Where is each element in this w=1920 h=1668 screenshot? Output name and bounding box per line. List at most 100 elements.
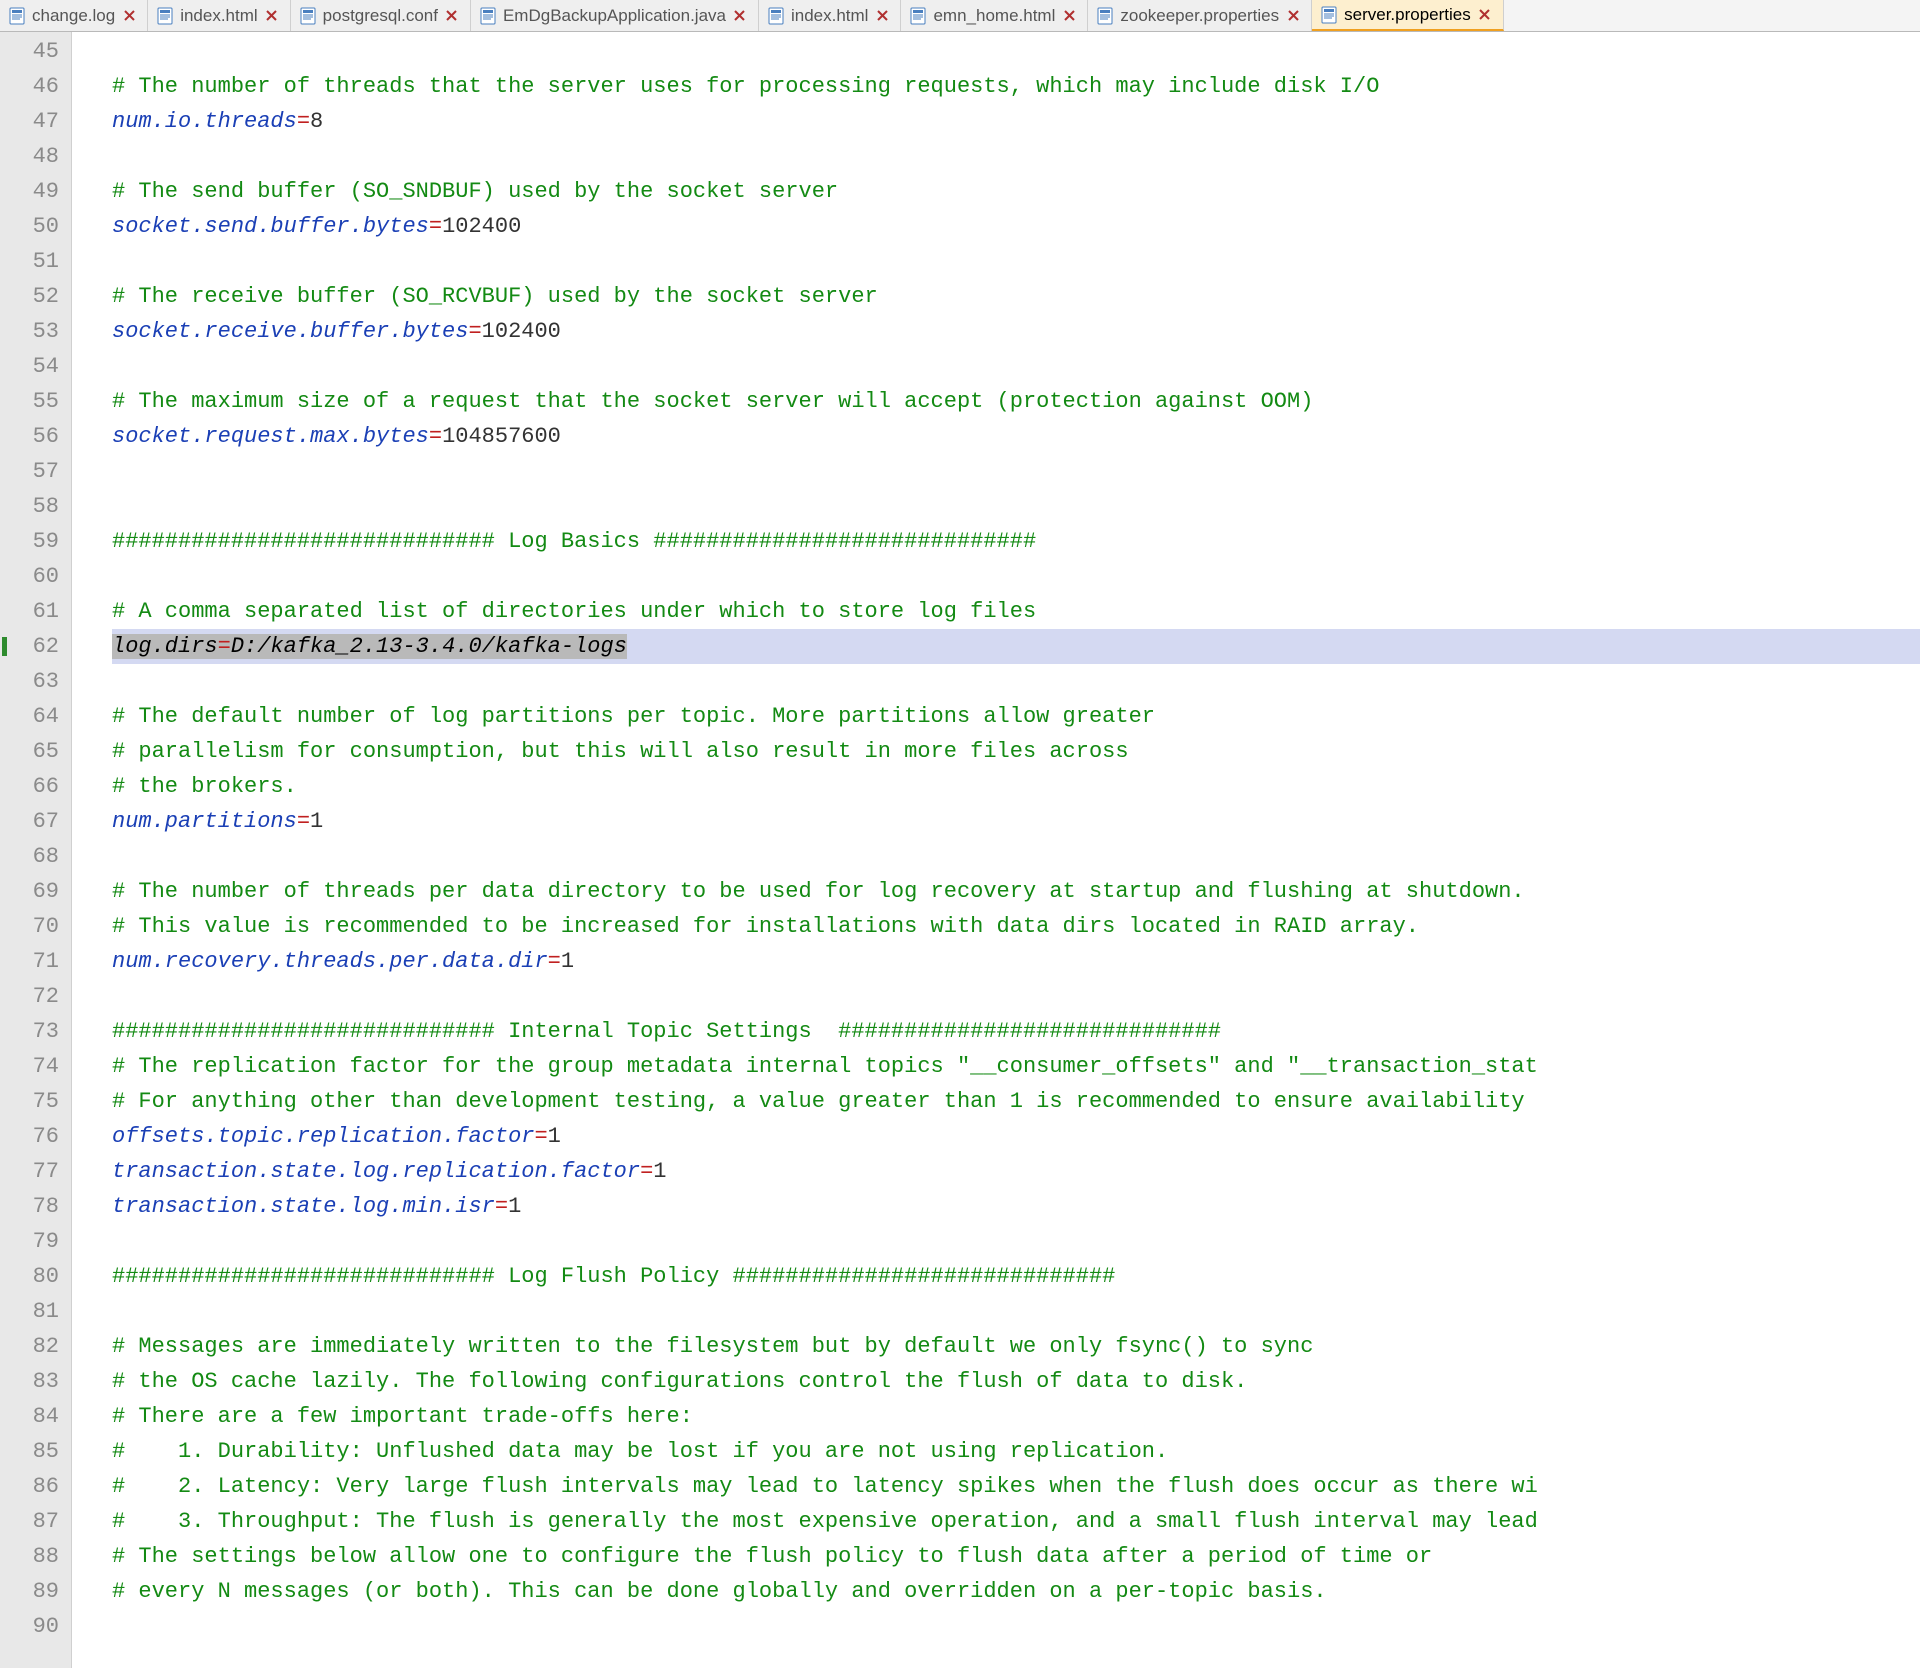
code-line[interactable]: # 3. Throughput: The flush is generally …	[112, 1504, 1920, 1539]
code-line[interactable]: # the OS cache lazily. The following con…	[112, 1364, 1920, 1399]
tab-label: EmDgBackupApplication.java	[503, 6, 726, 26]
comment-text: # parallelism for consumption, but this …	[112, 739, 1129, 764]
code-line[interactable]	[112, 349, 1920, 384]
comment-text: # 3. Throughput: The flush is generally …	[112, 1509, 1538, 1534]
code-line[interactable]: socket.receive.buffer.bytes=102400	[112, 314, 1920, 349]
tab-label: change.log	[32, 6, 115, 26]
code-line[interactable]	[112, 244, 1920, 279]
tab-postgresql-conf[interactable]: postgresql.conf	[291, 0, 471, 31]
code-line[interactable]	[112, 664, 1920, 699]
line-number: 64	[0, 699, 71, 734]
line-number: 60	[0, 559, 71, 594]
property-key: num.recovery.threads.per.data.dir	[112, 949, 548, 974]
equals-sign: =	[640, 1159, 653, 1184]
code-line[interactable]: # every N messages (or both). This can b…	[112, 1574, 1920, 1609]
code-line[interactable]: # This value is recommended to be increa…	[112, 909, 1920, 944]
code-line[interactable]: # the brokers.	[112, 769, 1920, 804]
code-line[interactable]: # parallelism for consumption, but this …	[112, 734, 1920, 769]
code-line[interactable]: log.dirs=D:/kafka_2.13-3.4.0/kafka-logs	[112, 629, 1920, 664]
tab-index-html[interactable]: index.html	[148, 0, 290, 31]
close-icon[interactable]	[874, 8, 890, 24]
line-number: 68	[0, 839, 71, 874]
code-line[interactable]	[112, 979, 1920, 1014]
code-line[interactable]: # There are a few important trade-offs h…	[112, 1399, 1920, 1434]
tab-zookeeper-properties[interactable]: zookeeper.properties	[1088, 0, 1312, 31]
code-line[interactable]	[112, 559, 1920, 594]
code-line[interactable]: # The number of threads per data directo…	[112, 874, 1920, 909]
close-icon[interactable]	[121, 8, 137, 24]
property-value: 1	[561, 949, 574, 974]
comment-text: # the OS cache lazily. The following con…	[112, 1369, 1247, 1394]
code-line[interactable]: # 1. Durability: Unflushed data may be l…	[112, 1434, 1920, 1469]
close-icon[interactable]	[264, 8, 280, 24]
code-line[interactable]: # Messages are immediately written to th…	[112, 1329, 1920, 1364]
code-line[interactable]: ############################# Log Flush …	[112, 1259, 1920, 1294]
tab-server-properties[interactable]: server.properties	[1312, 0, 1504, 31]
editor-area: 4546474849505152535455565758596061626364…	[0, 32, 1920, 1668]
close-icon[interactable]	[444, 8, 460, 24]
code-line[interactable]	[112, 1294, 1920, 1329]
comment-text: # 1. Durability: Unflushed data may be l…	[112, 1439, 1168, 1464]
code-line[interactable]	[112, 1609, 1920, 1644]
comment-text: # There are a few important trade-offs h…	[112, 1404, 693, 1429]
tab-emdgbackupapplication-java[interactable]: EmDgBackupApplication.java	[471, 0, 759, 31]
code-line[interactable]: # The receive buffer (SO_RCVBUF) used by…	[112, 279, 1920, 314]
tab-change-log[interactable]: change.log	[0, 0, 148, 31]
code-line[interactable]: transaction.state.log.replication.factor…	[112, 1154, 1920, 1189]
code-line[interactable]	[112, 34, 1920, 69]
code-line[interactable]	[112, 489, 1920, 524]
code-line[interactable]	[112, 454, 1920, 489]
code-line[interactable]: # The number of threads that the server …	[112, 69, 1920, 104]
line-number: 82	[0, 1329, 71, 1364]
close-icon[interactable]	[732, 8, 748, 24]
line-number: 54	[0, 349, 71, 384]
line-number: 56	[0, 419, 71, 454]
line-number: 69	[0, 874, 71, 909]
tab-emn-home-html[interactable]: emn_home.html	[901, 0, 1088, 31]
property-key: num.io.threads	[112, 109, 297, 134]
comment-text: # A comma separated list of directories …	[112, 599, 1036, 624]
code-line[interactable]: # The send buffer (SO_SNDBUF) used by th…	[112, 174, 1920, 209]
code-line[interactable]: # The replication factor for the group m…	[112, 1049, 1920, 1084]
close-icon[interactable]	[1285, 8, 1301, 24]
comment-text: ############################# Log Flush …	[112, 1264, 1115, 1289]
line-number: 48	[0, 139, 71, 174]
tab-label: index.html	[180, 6, 257, 26]
tab-label: server.properties	[1344, 5, 1471, 25]
line-number: 50	[0, 209, 71, 244]
line-number: 90	[0, 1609, 71, 1644]
code-line[interactable]	[112, 1224, 1920, 1259]
line-number: 55	[0, 384, 71, 419]
code-line[interactable]: # 2. Latency: Very large flush intervals…	[112, 1469, 1920, 1504]
close-icon[interactable]	[1061, 8, 1077, 24]
code-line[interactable]: # The settings below allow one to config…	[112, 1539, 1920, 1574]
code-line[interactable]	[112, 839, 1920, 874]
code-line[interactable]	[112, 139, 1920, 174]
line-number: 80	[0, 1259, 71, 1294]
tab-index-html[interactable]: index.html	[759, 0, 901, 31]
code-viewport[interactable]: # The number of threads that the server …	[72, 32, 1920, 1668]
equals-sign: =	[297, 109, 310, 134]
code-line[interactable]: socket.send.buffer.bytes=102400	[112, 209, 1920, 244]
code-line[interactable]: # For anything other than development te…	[112, 1084, 1920, 1119]
comment-text: # Messages are immediately written to th…	[112, 1334, 1313, 1359]
line-number: 86	[0, 1469, 71, 1504]
code-line[interactable]: # A comma separated list of directories …	[112, 594, 1920, 629]
line-number: 71	[0, 944, 71, 979]
code-line[interactable]: num.io.threads=8	[112, 104, 1920, 139]
code-line[interactable]: # The maximum size of a request that the…	[112, 384, 1920, 419]
line-number: 51	[0, 244, 71, 279]
code-line[interactable]: # The default number of log partitions p…	[112, 699, 1920, 734]
line-number: 63	[0, 664, 71, 699]
code-line[interactable]: ############################# Log Basics…	[112, 524, 1920, 559]
code-line[interactable]: ############################# Internal T…	[112, 1014, 1920, 1049]
property-key: transaction.state.log.replication.factor	[112, 1159, 640, 1184]
code-line[interactable]: offsets.topic.replication.factor=1	[112, 1119, 1920, 1154]
code-line[interactable]: socket.request.max.bytes=104857600	[112, 419, 1920, 454]
code-line[interactable]: num.recovery.threads.per.data.dir=1	[112, 944, 1920, 979]
code-line[interactable]: num.partitions=1	[112, 804, 1920, 839]
line-number: 61	[0, 594, 71, 629]
code-line[interactable]: transaction.state.log.min.isr=1	[112, 1189, 1920, 1224]
file-icon	[1096, 7, 1114, 25]
close-icon[interactable]	[1477, 7, 1493, 23]
